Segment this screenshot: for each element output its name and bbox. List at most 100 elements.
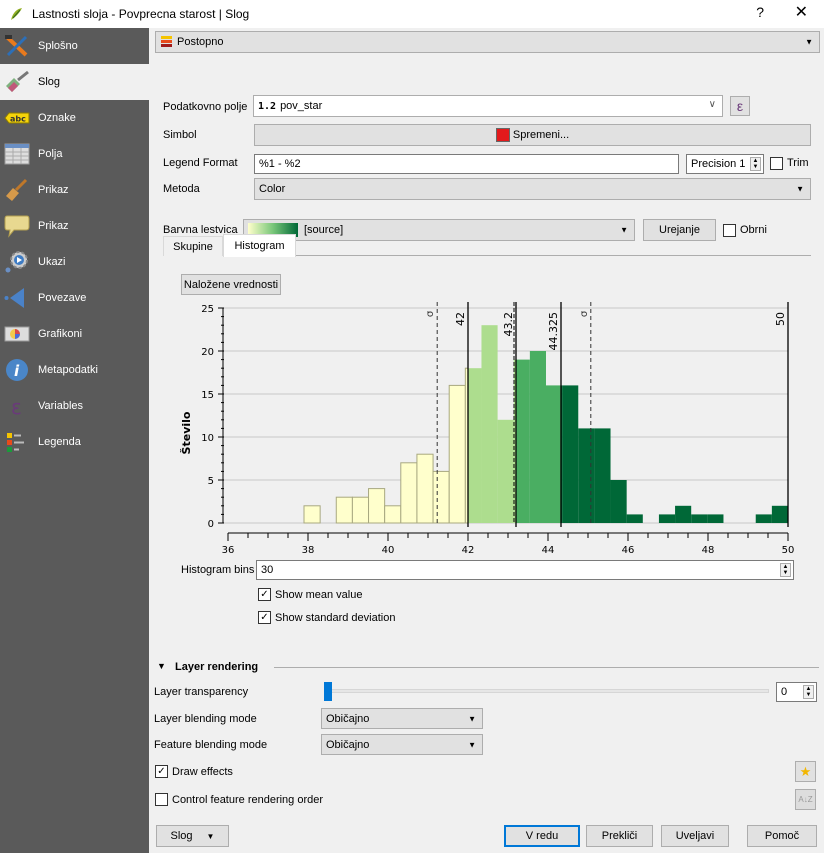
close-icon[interactable]: ✕ <box>795 2 808 22</box>
legend-format-value: %1 - %2 <box>259 158 301 170</box>
histogram-bar <box>481 325 498 523</box>
trim-label: Trim <box>787 157 809 169</box>
sidebar-item-variables[interactable]: ε Variables <box>0 388 149 424</box>
legend-format-input[interactable]: %1 - %2 <box>254 154 679 174</box>
spin-arrows[interactable]: ▲ ▼ <box>750 157 761 171</box>
sidebar-item-label: Slog <box>38 76 61 88</box>
histogram-bar <box>707 514 724 523</box>
sort-order-button[interactable]: A↓Z <box>795 789 816 810</box>
join-arrow-icon <box>4 286 30 310</box>
sidebar-item-label: Povezave <box>38 292 87 304</box>
method-value: Color <box>259 183 286 195</box>
renderer-type-select[interactable]: Postopno ▼ <box>155 31 820 53</box>
sidebar-item-prikaz[interactable]: Prikaz <box>0 172 149 208</box>
chevron-down-icon: ∨ <box>708 99 716 110</box>
expression-button[interactable]: ε <box>730 96 750 116</box>
histogram-bar <box>516 359 530 523</box>
draw-effects-checkbox[interactable]: ✓ <box>155 765 168 778</box>
show-mean-label: Show mean value <box>275 589 363 601</box>
spin-arrows[interactable]: ▲ ▼ <box>780 563 791 577</box>
show-std-checkbox[interactable]: ✓ <box>258 611 271 624</box>
sidebar-item-ukazi[interactable]: Ukazi <box>0 244 149 280</box>
histogram-bar <box>368 488 386 524</box>
feature-blend-select[interactable]: Običajno ▼ <box>321 734 483 755</box>
sidebar-item-label: Metapodatki <box>38 364 98 376</box>
window-title: Lastnosti sloja - Povprecna starost | Sl… <box>32 7 250 21</box>
field-type-badge: 1.2 <box>258 100 277 112</box>
ok-button[interactable]: V redu <box>504 825 580 847</box>
sidebar-item-povezave[interactable]: Povezave <box>0 280 149 316</box>
transparency-slider-handle[interactable] <box>324 682 332 701</box>
histogram-bar <box>562 385 579 523</box>
histogram-bar <box>675 505 692 523</box>
histogram-bar <box>416 453 434 524</box>
help-icon[interactable]: ? <box>756 4 764 20</box>
load-values-button[interactable]: Naložene vrednosti <box>181 274 281 295</box>
sidebar-item-oznake[interactable]: abc Oznake <box>0 100 149 136</box>
sidebar-item-label: Grafikoni <box>38 328 83 340</box>
renderer-type-value: Postopno <box>177 36 224 48</box>
cancel-button[interactable]: Prekliči <box>586 825 653 847</box>
chevron-down-icon: ▼ <box>805 37 813 47</box>
histogram-bar <box>755 514 772 523</box>
help-label: Pomoč <box>764 830 800 842</box>
help-button[interactable]: Pomoč <box>747 825 817 847</box>
class-break-label: 42 <box>454 312 467 326</box>
field-select[interactable]: 1.2 pov_star ∨ <box>253 95 723 117</box>
std-label: σ <box>579 310 590 317</box>
bins-spinbox[interactable]: 30 ▲ ▼ <box>256 560 794 580</box>
precision-value: Precision 1 <box>691 158 746 170</box>
layer-blend-select[interactable]: Običajno ▼ <box>321 708 483 729</box>
epsilon-icon: ε <box>4 394 30 418</box>
effects-settings-button[interactable]: ★ <box>795 761 816 782</box>
show-mean-checkbox[interactable]: ✓ <box>258 588 271 601</box>
trim-checkbox[interactable] <box>770 157 783 170</box>
precision-spinbox[interactable]: Precision 1 ▲ ▼ <box>686 154 764 174</box>
title-bar: Lastnosti sloja - Povprecna starost | Sl… <box>0 0 824 28</box>
star-icon: ★ <box>799 763 812 779</box>
histogram-bar <box>303 505 321 524</box>
method-label: Metoda <box>163 183 200 195</box>
histogram-bar <box>610 480 627 523</box>
histogram-bar <box>691 514 708 523</box>
histogram-bar <box>384 505 402 524</box>
sidebar-item-prikaz-tips[interactable]: Prikaz <box>0 208 149 244</box>
sidebar-item-polja[interactable]: Polja <box>0 136 149 172</box>
histogram-bar <box>432 470 450 524</box>
method-select[interactable]: Color ▼ <box>254 178 811 200</box>
field-value: pov_star <box>280 100 323 112</box>
sidebar-item-metapodatki[interactable]: i Metapodatki <box>0 352 149 388</box>
histogram-bar <box>468 368 482 523</box>
chevron-down-icon: ▼ <box>206 831 215 841</box>
change-symbol-label: Spremeni... <box>512 129 570 141</box>
y-tick-label: 10 <box>201 433 214 444</box>
sidebar: Splošno Slog abc Oznake Polja Prikaz Pri… <box>0 28 149 853</box>
svg-text:ε: ε <box>11 395 22 418</box>
sidebar-item-legenda[interactable]: Legenda <box>0 424 149 460</box>
sidebar-item-splosno[interactable]: Splošno <box>0 28 149 64</box>
chevron-down-icon: ▼ <box>468 740 476 749</box>
tab-skupine[interactable]: Skupine <box>163 236 223 256</box>
transparency-slider-track[interactable] <box>324 689 769 693</box>
style-menu-button[interactable]: Slog ▼ <box>156 825 229 847</box>
draw-effects-label: Draw effects <box>172 766 233 778</box>
sidebar-item-label: Prikaz <box>38 220 69 232</box>
spin-arrows[interactable]: ▲ ▼ <box>803 685 814 699</box>
show-std-label: Show standard deviation <box>275 612 396 624</box>
sidebar-item-grafikoni[interactable]: Grafikoni <box>0 316 149 352</box>
control-order-checkbox[interactable] <box>155 793 168 806</box>
style-menu-label: Slog <box>170 830 193 842</box>
x-tick-label: 46 <box>622 545 635 556</box>
style-panel: Postopno ▼ Podatkovno polje 1.2 pov_star… <box>149 28 824 853</box>
histogram-bar <box>400 462 418 524</box>
y-tick-label: 15 <box>201 390 214 401</box>
paintbrush-icon <box>4 70 30 94</box>
apply-button[interactable]: Uveljavi <box>661 825 729 847</box>
sidebar-item-slog[interactable]: Slog <box>0 64 149 100</box>
histogram-bar <box>335 496 353 524</box>
tab-histogram[interactable]: Histogram <box>223 234 296 257</box>
change-symbol-button[interactable]: Spremeni... <box>254 124 811 146</box>
y-tick-label: 20 <box>201 347 214 358</box>
collapse-triangle-icon[interactable]: ▼ <box>157 661 166 671</box>
transparency-spinbox[interactable]: 0 ▲ ▼ <box>776 682 817 702</box>
